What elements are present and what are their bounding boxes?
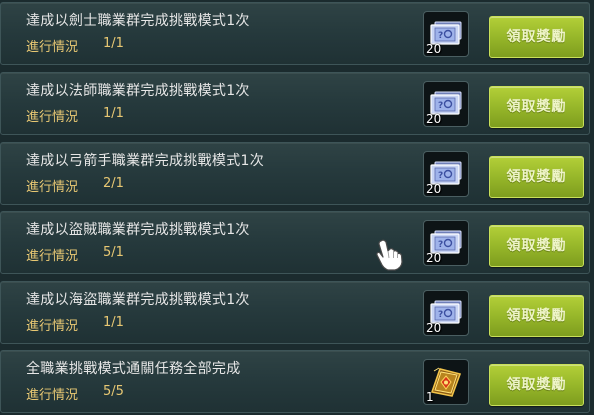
quest-title: 達成以弓箭手職業群完成挑戰模式1次 [26,153,265,169]
quest-row-all-classes: 全職業挑戰模式通關任務全部完成 進行情況 5/5 1 領取獎勵 [0,350,590,413]
quest-title: 達成以盜賊職業群完成挑戰模式1次 [26,222,250,238]
progress-label: 進行情況 [26,180,79,195]
progress-label: 進行情況 [26,110,79,125]
reward-count: 20 [426,42,442,56]
reward-item-slot[interactable]: ? 20 [423,220,469,266]
svg-text:?: ? [438,31,443,41]
progress-value: 2/1 [103,176,124,191]
reward-count: 20 [426,182,442,196]
progress-value: 1/1 [103,315,124,330]
quest-title: 達成以海盜職業群完成挑戰模式1次 [26,292,250,308]
challenge-quest-list: 達成以劍士職業群完成挑戰模式1次 進行情況 1/1 ? 20 領取獎勵 達成以法… [0,0,594,415]
progress-label: 進行情況 [26,319,79,334]
svg-text:?: ? [438,171,443,181]
quest-row-mage: 達成以法師職業群完成挑戰模式1次 進行情況 1/1 ? 20 領取獎勵 [0,72,590,135]
progress-label: 進行情況 [26,40,79,55]
hand-cursor-icon [376,239,403,271]
reward-item-slot[interactable]: 1 [423,359,469,405]
claim-reward-button[interactable]: 領取獎勵 [489,86,584,128]
reward-item-slot[interactable]: ? 20 [423,81,469,127]
progress-value: 5/5 [103,384,124,399]
quest-title: 達成以劍士職業群完成挑戰模式1次 [26,13,250,29]
claim-reward-button[interactable]: 領取獎勵 [489,16,584,58]
reward-item-slot[interactable]: ? 20 [423,151,469,197]
progress-label: 進行情況 [26,249,79,264]
claim-reward-button[interactable]: 領取獎勵 [489,295,584,337]
quest-title: 達成以法師職業群完成挑戰模式1次 [26,83,250,99]
progress-value: 1/1 [103,36,124,51]
claim-reward-button[interactable]: 領取獎勵 [489,364,584,406]
quest-row-warrior: 達成以劍士職業群完成挑戰模式1次 進行情況 1/1 ? 20 領取獎勵 [0,2,590,65]
reward-count: 20 [426,112,442,126]
claim-reward-button[interactable]: 領取獎勵 [489,156,584,198]
quest-row-thief: 達成以盜賊職業群完成挑戰模式1次 進行情況 5/1 ? 20 領取獎勵 [0,211,590,274]
quest-row-pirate: 達成以海盜職業群完成挑戰模式1次 進行情況 1/1 ? 20 領取獎勵 [0,281,590,344]
reward-item-slot[interactable]: ? 20 [423,290,469,336]
reward-count: 1 [426,390,434,404]
svg-text:?: ? [438,310,443,320]
quest-row-archer: 達成以弓箭手職業群完成挑戰模式1次 進行情況 2/1 ? 20 領取獎勵 [0,142,590,205]
claim-reward-button[interactable]: 領取獎勵 [489,225,584,267]
reward-count: 20 [426,251,442,265]
quest-title: 全職業挑戰模式通關任務全部完成 [26,361,241,377]
progress-value: 5/1 [103,245,124,260]
svg-text:?: ? [438,101,443,111]
reward-item-slot[interactable]: ? 20 [423,11,469,57]
progress-label: 進行情況 [26,388,79,403]
reward-count: 20 [426,321,442,335]
svg-text:?: ? [438,240,443,250]
progress-value: 1/1 [103,106,124,121]
